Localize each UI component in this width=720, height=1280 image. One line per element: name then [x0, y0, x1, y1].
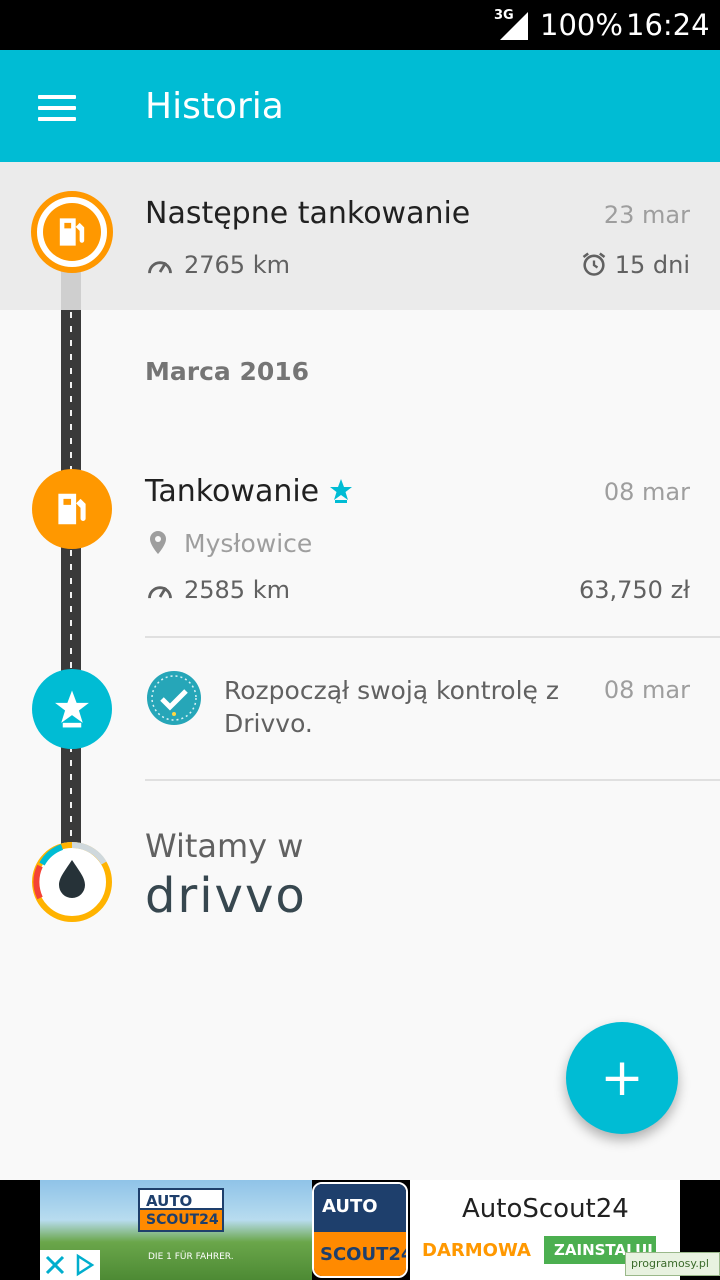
hamburger-menu-icon[interactable] — [38, 95, 76, 125]
ad-app-icon[interactable]: AUTO SCOUT24 — [312, 1182, 408, 1278]
location-pin-icon — [150, 531, 166, 554]
next-refuel-date: 23 mar — [603, 201, 690, 229]
start-entry-date: 08 mar — [603, 676, 690, 704]
ad-logo: AUTO SCOUT24 — [138, 1188, 224, 1250]
drivvo-drop-logo-icon — [32, 841, 112, 922]
star-trophy-icon — [32, 669, 112, 749]
full-tank-star-icon — [330, 479, 352, 503]
status-bar: 3G 100% 16:24 — [0, 0, 720, 50]
add-entry-button[interactable]: + — [566, 1022, 678, 1134]
next-refuel-distance: 2765 km — [184, 251, 290, 279]
speedometer-icon — [148, 261, 172, 274]
ad-free-label: DARMOWA — [422, 1240, 531, 1261]
app-bar: Historia — [0, 50, 720, 162]
ad-tagline: DIE 1 FÜR FAHRER. — [148, 1252, 234, 1262]
refuel-entry-cost: 63,750 zł — [578, 576, 690, 604]
start-entry-text[interactable]: Rozpoczął swoją kontrolę z Drivvo. — [224, 674, 584, 740]
ad-close-icon[interactable] — [40, 1250, 100, 1280]
welcome-text: Witamy w — [145, 827, 304, 865]
timeline-road — [61, 270, 81, 845]
timeline-road-top — [61, 270, 81, 310]
fuel-pump-icon — [32, 469, 112, 549]
divider — [145, 779, 720, 781]
speedometer-icon — [148, 586, 172, 599]
refuel-entry-title[interactable]: Tankowanie — [145, 474, 319, 509]
page-title: Historia — [145, 86, 284, 127]
refuel-entry-odometer: 2585 km — [184, 576, 290, 604]
next-refuel-fuel-pump-icon — [31, 191, 113, 273]
status-time: 16:24 — [626, 8, 710, 42]
month-header: Marca 2016 — [145, 357, 310, 386]
alarm-clock-icon — [582, 252, 606, 276]
next-refuel-title: Następne tankowanie — [145, 196, 471, 231]
checkmark-badge-icon — [147, 671, 201, 725]
refuel-entry-location: Mysłowice — [184, 529, 313, 558]
battery-level: 100% — [540, 8, 623, 42]
watermark: programosy.pl — [625, 1252, 720, 1276]
refuel-entry-date: 08 mar — [603, 478, 690, 506]
divider — [145, 636, 720, 638]
brand-logo-text: drivvo — [145, 868, 307, 924]
next-refuel-days: 15 dni — [614, 251, 690, 279]
signal-icon — [500, 12, 528, 40]
ad-app-name: AutoScout24 — [462, 1194, 629, 1224]
